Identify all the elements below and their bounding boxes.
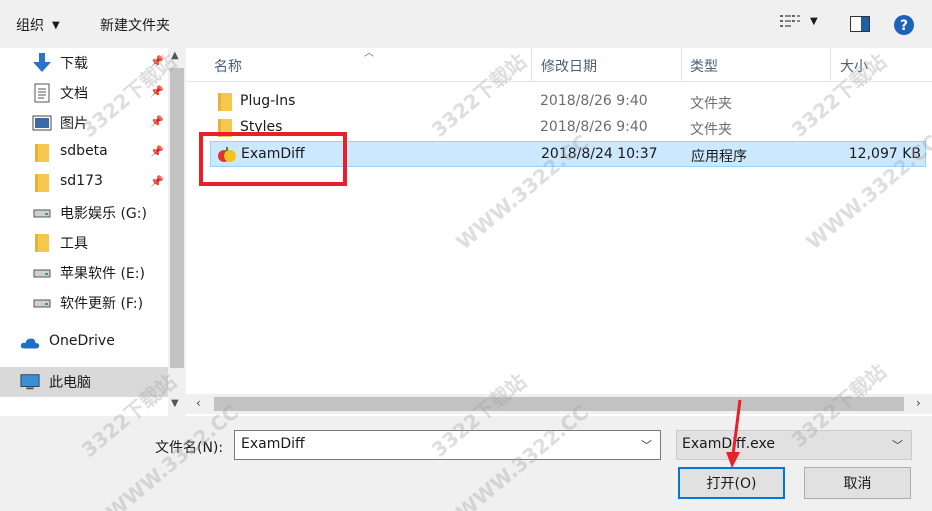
scroll-down-icon[interactable]: ▼	[171, 398, 179, 409]
pictures-icon	[32, 113, 52, 133]
computer-icon	[20, 372, 40, 392]
pin-icon[interactable]: 📌	[150, 115, 164, 128]
file-name: Styles	[240, 119, 283, 135]
file-row-examdiff[interactable]: ExamDiff 2018/8/24 10:37 应用程序 12,097 KB	[210, 141, 926, 167]
scroll-right-icon[interactable]: ›	[916, 396, 921, 410]
sidebar-item-drive-e[interactable]: 苹果软件 (E:)	[0, 258, 168, 288]
file-type: 文件夹	[690, 96, 732, 112]
horizontal-scrollbar[interactable]: ‹ ›	[186, 394, 932, 414]
sidebar-item-this-pc[interactable]: 此电脑	[0, 367, 168, 397]
column-divider[interactable]	[681, 48, 682, 82]
navigation-pane: 下载 📌 文档 📌 图片 📌 sdbeta 📌 sd173 📌 电影娱乐 (G:	[0, 48, 186, 416]
folder-icon	[32, 173, 52, 193]
sidebar-item-onedrive[interactable]: OneDrive	[0, 328, 168, 358]
open-button[interactable]: 打开(O)	[678, 467, 785, 499]
drive-icon	[32, 263, 52, 283]
scroll-left-icon[interactable]: ‹	[196, 396, 201, 410]
sidebar-item-sd173[interactable]: sd173 📌	[0, 168, 168, 198]
sidebar-item-label: 文档	[60, 86, 88, 102]
drive-icon	[32, 293, 52, 313]
file-type: 应用程序	[691, 149, 747, 165]
column-header-date[interactable]: 修改日期	[541, 56, 597, 76]
sidebar-item-label: 苹果软件 (E:)	[60, 266, 145, 282]
column-divider[interactable]	[830, 48, 831, 82]
cancel-button[interactable]: 取消	[804, 467, 911, 499]
file-date: 2018/8/26 9:40	[540, 93, 648, 109]
file-type: 文件夹	[690, 122, 732, 138]
folder-icon	[216, 93, 234, 111]
sidebar-item-label: 下载	[60, 56, 88, 72]
column-header-type[interactable]: 类型	[690, 56, 718, 76]
new-folder-button[interactable]: 新建文件夹	[100, 15, 170, 35]
folder-icon	[216, 119, 234, 137]
scroll-up-icon[interactable]: ▲	[171, 50, 179, 61]
pin-icon[interactable]: 📌	[150, 85, 164, 98]
sidebar-item-label: sdbeta	[60, 143, 108, 159]
help-button[interactable]: ?	[893, 14, 915, 40]
sidebar-item-tools[interactable]: 工具	[0, 228, 168, 258]
change-view-button[interactable]: ▼	[780, 14, 818, 28]
filename-label: 文件名(N):	[155, 440, 224, 456]
folder-icon	[32, 233, 52, 253]
organize-label: 组织	[16, 18, 44, 34]
file-name: ExamDiff	[241, 146, 305, 162]
column-header-name[interactable]: 名称	[214, 56, 242, 76]
file-date: 2018/8/24 10:37	[541, 146, 658, 162]
folder-icon	[32, 143, 52, 163]
sidebar-scrollbar[interactable]: ▲ ▼	[168, 48, 186, 416]
dialog-footer: 文件名(N): ExamDiff ﹀ ExamDiff.exe ﹀ 打开(O) …	[0, 416, 932, 511]
file-name: Plug-Ins	[240, 93, 296, 109]
chevron-down-icon[interactable]: ﹀	[892, 437, 903, 453]
sidebar-item-label: 工具	[60, 236, 88, 252]
sidebar-item-label: sd173	[60, 173, 103, 189]
download-arrow-icon	[32, 53, 52, 73]
view-details-icon	[780, 15, 800, 27]
filename-value: ExamDiff	[241, 436, 305, 452]
file-size: 12,097 KB	[848, 146, 921, 162]
column-divider[interactable]	[531, 48, 532, 82]
sidebar-item-drive-g[interactable]: 电影娱乐 (G:)	[0, 198, 168, 228]
file-type-filter[interactable]: ExamDiff.exe ﹀	[676, 430, 912, 460]
sidebar-item-documents[interactable]: 文档 📌	[0, 78, 168, 108]
sidebar-item-sdbeta[interactable]: sdbeta 📌	[0, 138, 168, 168]
sidebar-item-label: 软件更新 (F:)	[60, 296, 144, 312]
chevron-down-icon: ▼	[52, 19, 60, 31]
file-row-styles[interactable]: Styles 2018/8/26 9:40 文件夹	[210, 115, 926, 141]
file-row-plug-ins[interactable]: Plug-Ins 2018/8/26 9:40 文件夹	[210, 89, 926, 115]
examdiff-app-icon	[217, 146, 236, 164]
toolbar: 组织 ▼ 新建文件夹 ▼ ?	[0, 0, 932, 48]
file-date: 2018/8/26 9:40	[540, 119, 648, 135]
pin-icon[interactable]: 📌	[150, 145, 164, 158]
help-icon: ?	[894, 15, 914, 35]
chevron-down-icon[interactable]: ﹀	[641, 437, 652, 453]
sort-ascending-icon: ︿	[364, 48, 374, 59]
organize-menu-button[interactable]: 组织 ▼	[16, 15, 60, 35]
sidebar-item-label: OneDrive	[49, 333, 115, 349]
chevron-down-icon: ▼	[810, 15, 818, 27]
preview-pane-button[interactable]	[850, 16, 870, 36]
sidebar-item-label: 图片	[60, 116, 88, 132]
sidebar-item-pictures[interactable]: 图片 📌	[0, 108, 168, 138]
filter-value: ExamDiff.exe	[682, 436, 775, 452]
sidebar-item-label: 此电脑	[49, 375, 91, 391]
column-header-row: ︿ 名称 修改日期 类型 大小	[186, 48, 932, 82]
drive-icon	[32, 203, 52, 223]
column-header-size[interactable]: 大小	[840, 56, 868, 76]
pin-icon[interactable]: 📌	[150, 175, 164, 188]
file-list: ︿ 名称 修改日期 类型 大小 Plug-Ins 2018/8/26 9:40 …	[186, 48, 932, 416]
scrollbar-thumb[interactable]	[170, 68, 184, 368]
document-icon	[32, 83, 52, 103]
filename-input[interactable]: ExamDiff ﹀	[234, 430, 661, 460]
cloud-icon	[20, 333, 40, 353]
sidebar-item-downloads[interactable]: 下载 📌	[0, 48, 168, 78]
scrollbar-thumb[interactable]	[214, 397, 904, 411]
preview-pane-icon	[850, 16, 870, 32]
sidebar-item-label: 电影娱乐 (G:)	[60, 206, 147, 222]
sidebar-item-drive-f[interactable]: 软件更新 (F:)	[0, 288, 168, 318]
svg-text:?: ?	[900, 18, 908, 34]
pin-icon[interactable]: 📌	[150, 55, 164, 68]
